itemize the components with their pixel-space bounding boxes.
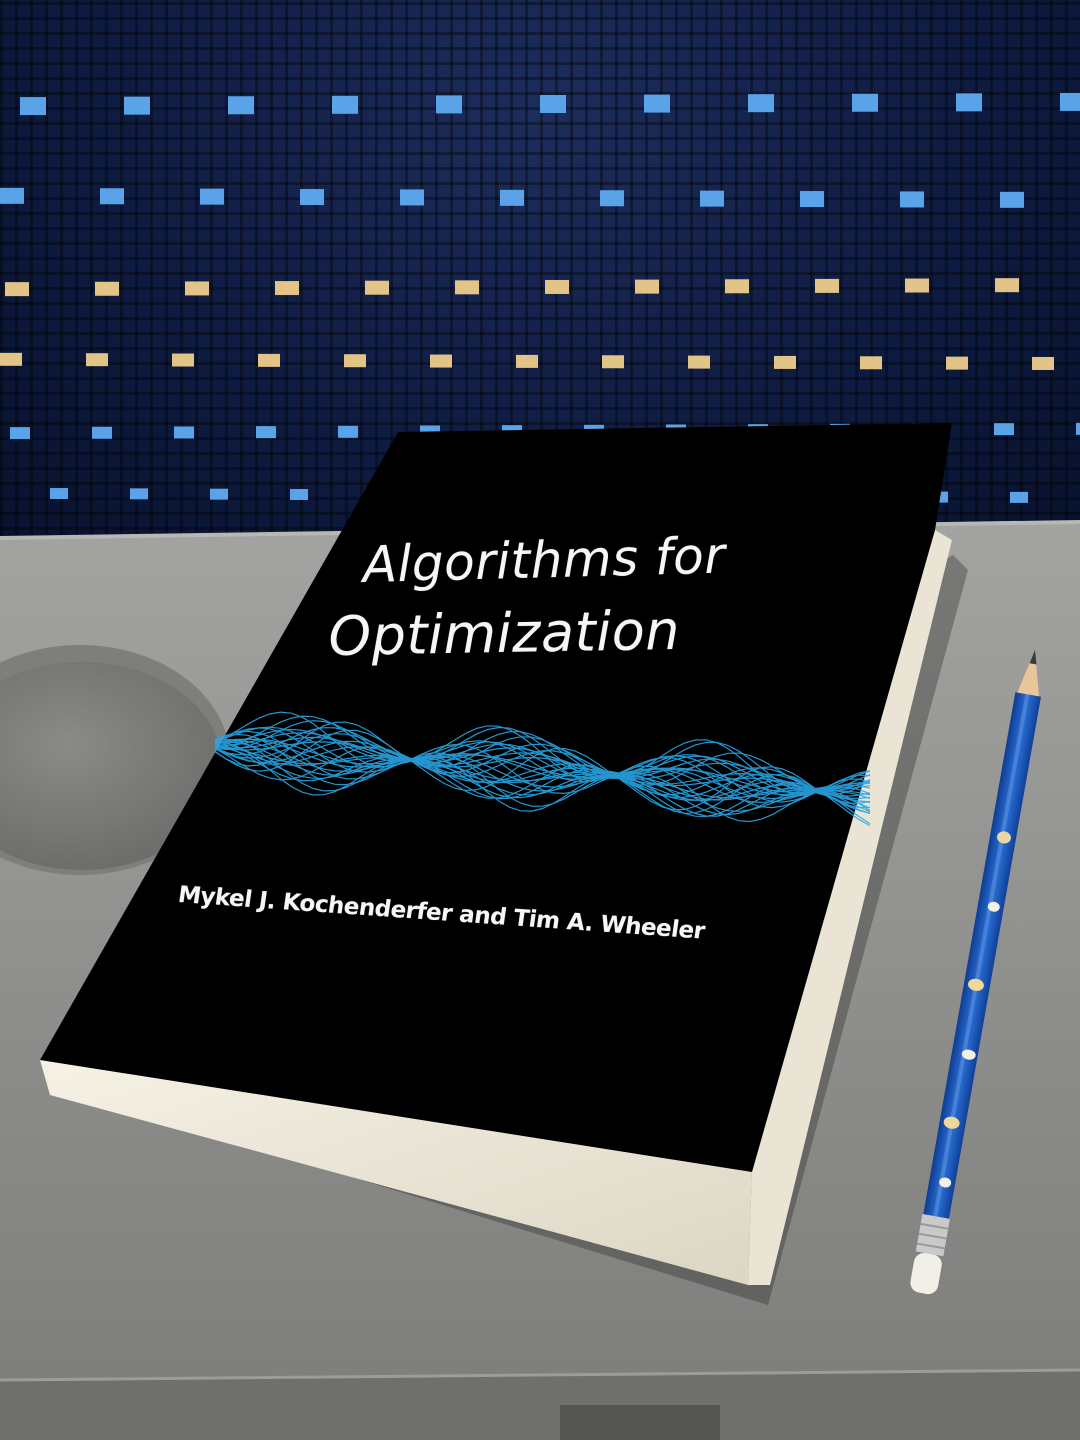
photo-scene: Algorithms for Optimization Mykel J. Koc… [0,0,1080,1440]
book-title-line1: Algorithms for [362,526,726,594]
book: Algorithms for Optimization Mykel J. Koc… [0,0,1080,1440]
book-title-line2: Optimization [328,598,681,668]
